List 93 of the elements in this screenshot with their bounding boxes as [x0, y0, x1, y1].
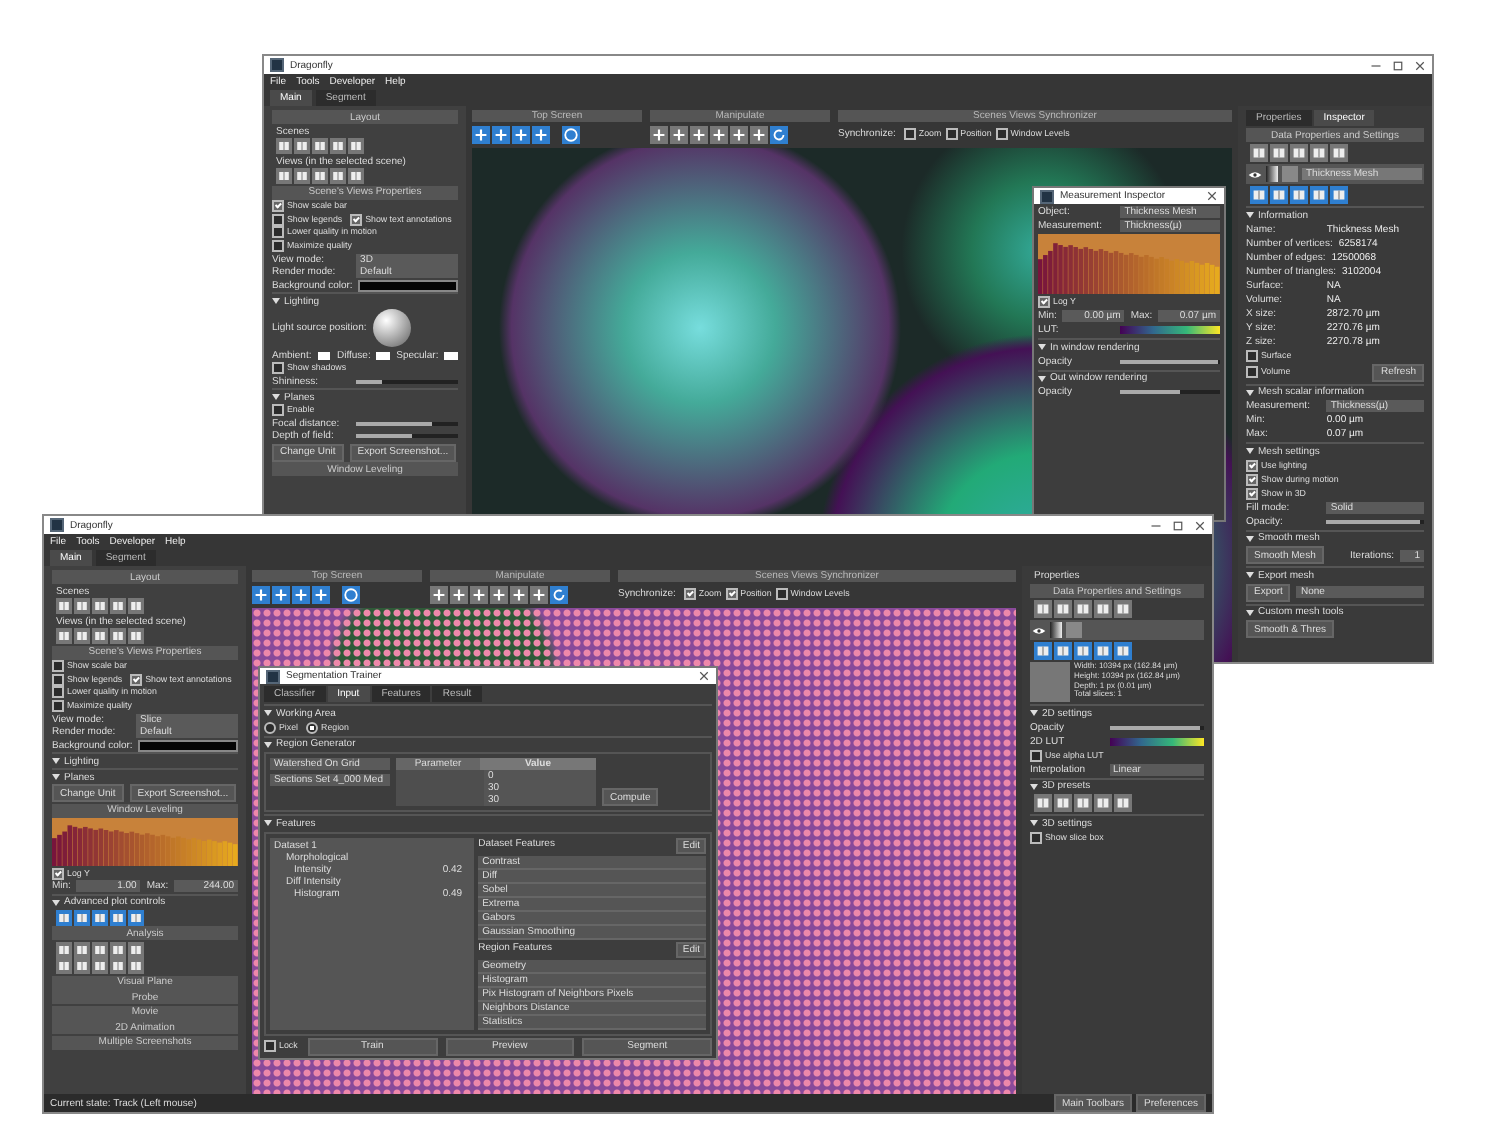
- close-icon[interactable]: [1206, 190, 1218, 202]
- layout-icon[interactable]: [348, 138, 364, 154]
- color-swatch[interactable]: [317, 351, 331, 359]
- layout-icon[interactable]: [1270, 144, 1288, 162]
- expand-caret-icon[interactable]: [264, 820, 272, 826]
- app-logo-icon: [270, 58, 284, 72]
- layout-icon[interactable]: [1290, 144, 1308, 162]
- layout-icon[interactable]: [56, 941, 72, 957]
- expand-caret-icon[interactable]: [1246, 212, 1254, 218]
- layout-icon[interactable]: [1114, 794, 1132, 812]
- layout-icon[interactable]: [128, 598, 144, 614]
- layout-icon[interactable]: [312, 168, 328, 184]
- maximize-icon[interactable]: [1392, 59, 1404, 71]
- close-icon[interactable]: [1194, 519, 1206, 531]
- layout-icon[interactable]: [312, 138, 328, 154]
- sphere-drawing[interactable]: [372, 308, 413, 348]
- gradient-icon: [1266, 166, 1278, 182]
- circle-icon[interactable]: [562, 125, 580, 143]
- layout-icon[interactable]: [1250, 144, 1268, 162]
- layout-icon[interactable]: [1330, 144, 1348, 162]
- layout-icon[interactable]: [92, 628, 108, 644]
- layout-icon[interactable]: [74, 958, 90, 974]
- app-logo-icon: [1040, 189, 1054, 203]
- expand-caret-icon[interactable]: [1246, 448, 1254, 454]
- layout-icon[interactable]: [110, 628, 126, 644]
- color-swatch[interactable]: [358, 279, 458, 291]
- expand-caret-icon[interactable]: [1030, 710, 1038, 716]
- image-thumbnail: [1030, 662, 1070, 702]
- layout-icon[interactable]: [56, 958, 72, 974]
- layout-icon[interactable]: [1054, 600, 1072, 618]
- layout-icon[interactable]: [56, 598, 72, 614]
- layout-icon[interactable]: [1114, 600, 1132, 618]
- layout-icon[interactable]: [276, 168, 292, 184]
- expand-caret-icon[interactable]: [1246, 572, 1254, 578]
- expand-caret-icon[interactable]: [264, 710, 272, 716]
- expand-caret-icon[interactable]: [1246, 389, 1254, 395]
- layout-icon[interactable]: [276, 138, 292, 154]
- close-icon[interactable]: [698, 670, 710, 682]
- color-map-dropdown[interactable]: [1109, 737, 1204, 745]
- layout-icon[interactable]: [128, 958, 144, 974]
- layout-icon[interactable]: [74, 909, 90, 925]
- layout-icon[interactable]: [92, 598, 108, 614]
- layout-icon[interactable]: [56, 628, 72, 644]
- layout-icon[interactable]: [110, 909, 126, 925]
- layout-icon[interactable]: [92, 909, 108, 925]
- layer-row[interactable]: [1030, 620, 1204, 640]
- app-logo-icon: [50, 518, 64, 532]
- layout-icon[interactable]: [1034, 600, 1052, 618]
- rotate-icon[interactable]: [770, 125, 788, 143]
- expand-caret-icon[interactable]: [1030, 820, 1038, 826]
- layout-icon[interactable]: [330, 168, 346, 184]
- layout-icon[interactable]: [92, 958, 108, 974]
- layout-icon[interactable]: [294, 138, 310, 154]
- eye-icon[interactable]: [1032, 625, 1046, 635]
- layout-icon[interactable]: [1074, 600, 1092, 618]
- color-swatch[interactable]: [444, 351, 458, 359]
- layout-icon[interactable]: [294, 168, 310, 184]
- layout-icon[interactable]: [56, 909, 72, 925]
- expand-caret-icon[interactable]: [272, 298, 280, 304]
- layout-icon[interactable]: [110, 958, 126, 974]
- color-swatch[interactable]: [376, 351, 391, 359]
- color-swatch[interactable]: [138, 739, 238, 751]
- layout-icon[interactable]: [74, 941, 90, 957]
- gradient-icon: [1050, 622, 1062, 638]
- layout-icon[interactable]: [348, 168, 364, 184]
- layout-icon[interactable]: [128, 941, 144, 957]
- layout-icon[interactable]: [1094, 794, 1112, 812]
- minimize-icon[interactable]: [1150, 519, 1162, 531]
- maximize-icon[interactable]: [1172, 519, 1184, 531]
- close-icon[interactable]: [1414, 59, 1426, 71]
- app-logo-icon: [266, 669, 280, 683]
- layout-icon[interactable]: [1034, 794, 1052, 812]
- layout-icon[interactable]: [128, 909, 144, 925]
- expand-caret-icon[interactable]: [52, 758, 60, 764]
- circle-icon[interactable]: [342, 585, 360, 603]
- expand-caret-icon[interactable]: [264, 741, 272, 747]
- layout-icon[interactable]: [1094, 600, 1112, 618]
- layout-icon[interactable]: [1310, 144, 1328, 162]
- layout-icon[interactable]: [110, 598, 126, 614]
- layout-icon[interactable]: [128, 628, 144, 644]
- layout-icon[interactable]: [1054, 794, 1072, 812]
- layout-icon[interactable]: [74, 598, 90, 614]
- expand-caret-icon[interactable]: [1038, 344, 1046, 350]
- layout-icon[interactable]: [92, 941, 108, 957]
- expand-caret-icon[interactable]: [1038, 375, 1046, 381]
- layout-icon[interactable]: [1074, 794, 1092, 812]
- layout-icon[interactable]: [330, 138, 346, 154]
- rotate-icon[interactable]: [550, 585, 568, 603]
- minimize-icon[interactable]: [1370, 59, 1382, 71]
- layout-icon[interactable]: [74, 628, 90, 644]
- color-map-dropdown[interactable]: [1120, 326, 1220, 334]
- eye-icon[interactable]: [1248, 169, 1262, 179]
- layout-icon[interactable]: [110, 941, 126, 957]
